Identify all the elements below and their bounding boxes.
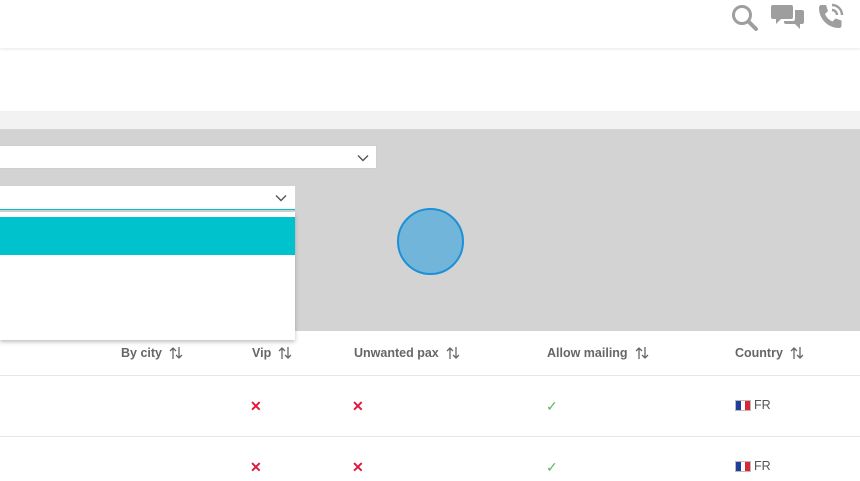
france-flag-icon [735, 460, 751, 472]
select-dropdown-menu [0, 212, 295, 340]
country-cell: FR [735, 398, 771, 412]
dropdown-option-highlighted[interactable] [0, 217, 295, 255]
filter-select-2[interactable] [0, 186, 295, 210]
sort-icon [446, 347, 460, 359]
unwanted-pax-cross-icon: ✕ [352, 398, 364, 414]
results-table: By city Vip Unwanted pax Allow mailing C… [0, 331, 860, 481]
country-code: FR [754, 398, 771, 412]
column-header-allow-mailing[interactable]: Allow mailing [547, 346, 649, 360]
table-row[interactable]: ✕ ✕ ✓ FR [0, 376, 860, 437]
chevron-down-icon [275, 195, 287, 202]
sort-icon [635, 347, 649, 359]
search-icon[interactable] [728, 1, 762, 35]
vip-cross-icon: ✕ [250, 459, 262, 475]
filter-select-1[interactable] [0, 145, 377, 169]
content-header-band [0, 48, 860, 111]
table-row[interactable]: ✕ ✕ ✓ FR [0, 437, 860, 481]
france-flag-icon [735, 399, 751, 411]
country-code: FR [754, 459, 771, 473]
sort-icon [169, 347, 183, 359]
unwanted-pax-cross-icon: ✕ [352, 459, 364, 475]
top-bar [0, 0, 860, 48]
allow-mailing-check-icon: ✓ [546, 459, 558, 475]
country-cell: FR [735, 459, 771, 473]
chat-icon[interactable] [769, 0, 807, 34]
sort-icon [790, 347, 804, 359]
column-header-unwanted-pax[interactable]: Unwanted pax [354, 346, 460, 360]
column-header-by-city[interactable]: By city [121, 346, 183, 360]
section-separator [0, 111, 860, 129]
sort-icon [278, 347, 292, 359]
vip-cross-icon: ✕ [250, 398, 262, 414]
column-header-vip[interactable]: Vip [252, 346, 292, 360]
allow-mailing-check-icon: ✓ [546, 398, 558, 414]
column-header-country[interactable]: Country [735, 346, 804, 360]
chevron-down-icon [357, 155, 369, 162]
touch-cursor-indicator [397, 208, 464, 275]
phone-icon[interactable] [813, 0, 847, 34]
